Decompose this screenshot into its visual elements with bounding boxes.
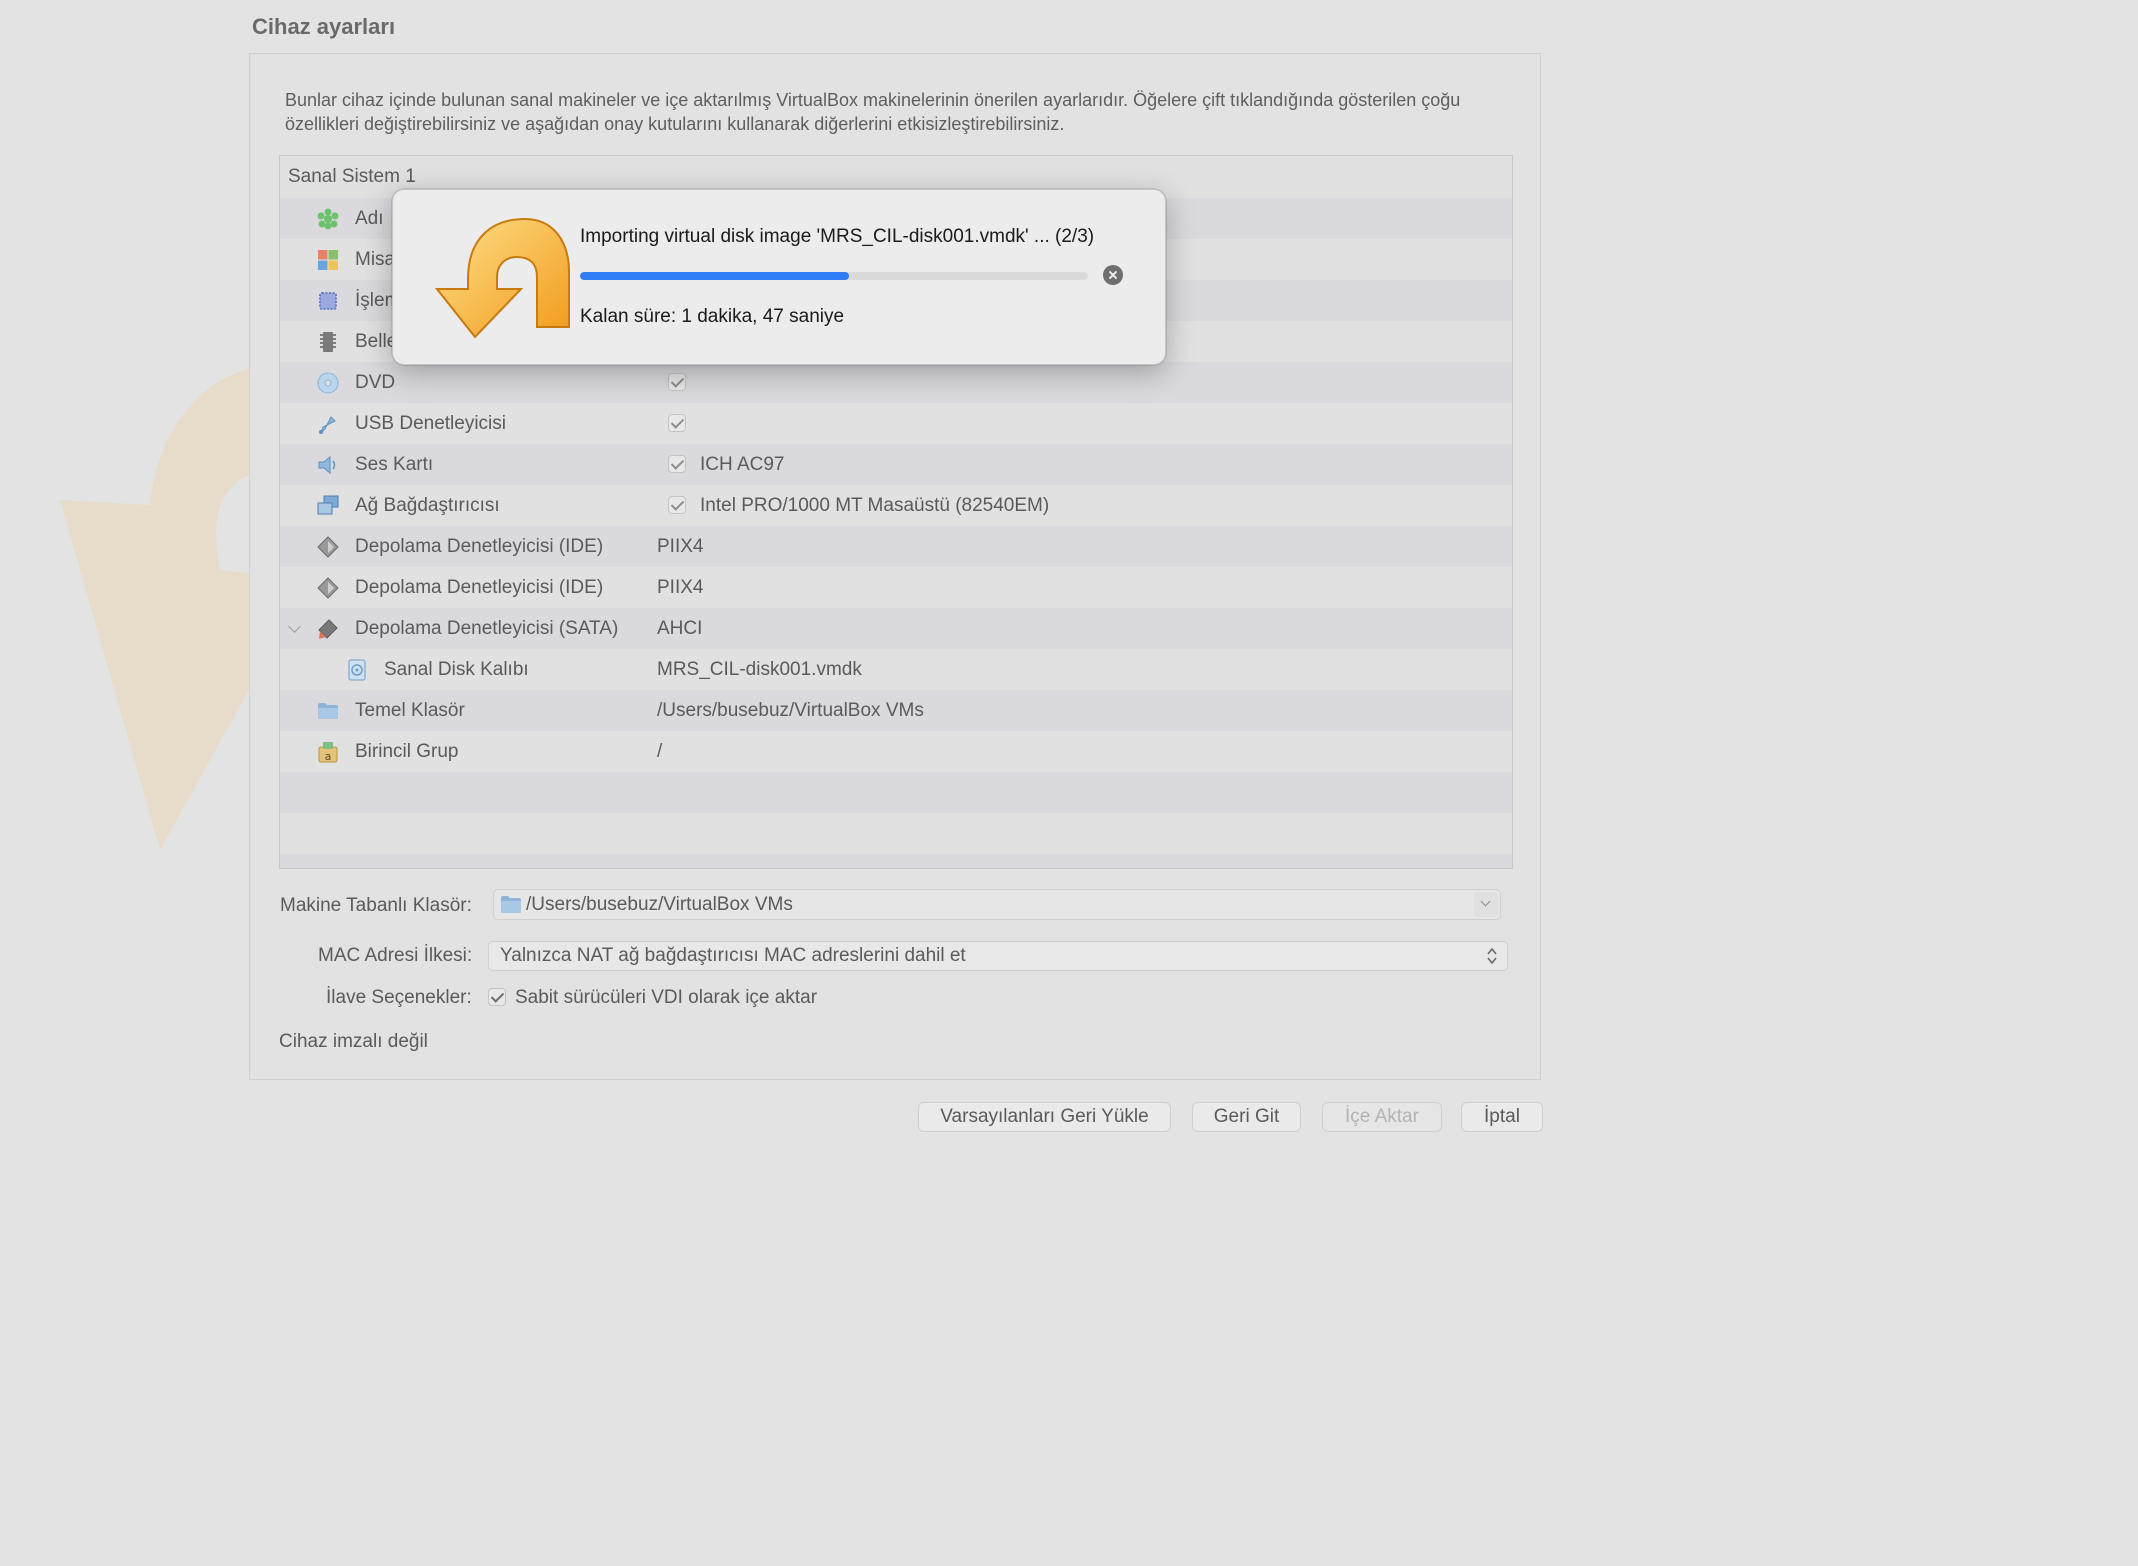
up-down-arrows-icon (1487, 947, 1497, 965)
tree-row[interactable]: Depolama Denetleyicisi (IDE) PIIX4 (280, 567, 1512, 608)
row-label: Depolama Denetleyicisi (SATA) (355, 618, 619, 639)
cpu-icon (317, 290, 339, 312)
disk-image-icon (346, 659, 368, 681)
row-checkbox[interactable] (668, 496, 686, 514)
machine-folder-value: /Users/busebuz/VirtualBox VMs (526, 894, 793, 915)
import-progress-dialog: Importing virtual disk image 'MRS_CIL-di… (392, 189, 1166, 365)
row-checkbox[interactable] (668, 373, 686, 391)
group-icon: a (317, 741, 339, 763)
svg-text:a: a (325, 750, 332, 763)
sound-icon (317, 454, 339, 476)
network-icon (317, 495, 339, 517)
row-checkbox[interactable] (668, 455, 686, 473)
row-value: AHCI (657, 618, 703, 639)
storage-sata-icon (317, 618, 339, 640)
progress-fill (580, 272, 850, 280)
back-button[interactable]: Geri Git (1192, 1102, 1301, 1132)
row-label: DVD (355, 372, 396, 393)
row-label: Sanal Disk Kalıbı (384, 659, 529, 680)
row-value: /Users/busebuz/VirtualBox VMs (657, 700, 924, 721)
tree-row[interactable]: Ses Kartı ICH AC97 (280, 444, 1512, 485)
storage-ide-icon (317, 577, 339, 599)
chevron-down-icon[interactable] (288, 620, 301, 633)
cancel-import-icon[interactable] (1103, 265, 1123, 285)
empty-row (280, 772, 1512, 813)
name-icon (317, 208, 339, 230)
row-label: Temel Klasör (355, 700, 465, 721)
row-label: Ağ Bağdaştırıcısı (355, 495, 500, 516)
storage-ide-icon (317, 536, 339, 558)
row-label: Birincil Grup (355, 741, 459, 762)
row-label: Ses Kartı (355, 454, 434, 475)
tree-row[interactable]: Ağ Bağdaştırıcısı Intel PRO/1000 MT Masaü… (280, 485, 1512, 526)
tree-row[interactable]: USB Denetleyicisi (280, 403, 1512, 444)
machine-folder-label: Makine Tabanlı Klasör: (280, 895, 472, 916)
row-label: Depolama Denetleyicisi (IDE) (355, 577, 604, 598)
row-label: USB Denetleyicisi (355, 413, 506, 434)
cancel-button[interactable]: İptal (1461, 1102, 1543, 1132)
mac-policy-label: MAC Adresi İlkesi: (318, 945, 473, 966)
remaining-time: Kalan süre: 1 dakika, 47 saniye (580, 306, 845, 327)
empty-row (280, 813, 1512, 854)
mac-policy-select[interactable]: Yalnızca NAT ağ bağdaştırıcısı MAC adres… (488, 941, 1508, 971)
tree-row[interactable]: Sanal Disk Kalıbı MRS_CIL-disk001.vmdk (280, 649, 1512, 690)
description-text: Bunlar cihaz içinde bulunan sanal makine… (285, 90, 1461, 134)
tree-row[interactable]: Depolama Denetleyicisi (IDE) PIIX4 (280, 526, 1512, 567)
extra-options-label: İlave Seçenekler: (326, 987, 472, 1008)
mac-policy-value: Yalnızca NAT ağ bağdaştırıcısı MAC adres… (500, 945, 966, 966)
row-value: Intel PRO/1000 MT Masaüstü (82540EM) (700, 495, 1050, 516)
tree-row[interactable]: Depolama Denetleyicisi (SATA) AHCI (280, 608, 1512, 649)
import-vdi-checkbox[interactable] (488, 988, 506, 1006)
row-value: ICH AC97 (700, 454, 785, 475)
import-arrow-icon (435, 217, 570, 339)
row-value: / (657, 741, 663, 762)
row-value: PIIX4 (657, 536, 704, 557)
os-type-icon (317, 249, 339, 271)
usb-icon (317, 413, 339, 435)
row-checkbox[interactable] (668, 414, 686, 432)
row-label: Adı (355, 208, 384, 229)
row-label: Depolama Denetleyicisi (IDE) (355, 536, 604, 557)
tree-row[interactable]: a Birincil Grup / (280, 731, 1512, 772)
row-value: PIIX4 (657, 577, 704, 598)
section-title: Cihaz ayarları (252, 14, 396, 39)
dvd-icon (317, 372, 339, 394)
restore-defaults-button[interactable]: Varsayılanları Geri Yükle (918, 1102, 1171, 1132)
folder-icon (501, 896, 521, 913)
chevron-down-icon[interactable] (1474, 892, 1498, 917)
empty-row (280, 854, 1512, 868)
progress-title: Importing virtual disk image 'MRS_CIL-di… (580, 226, 1095, 247)
folder-icon (317, 700, 339, 722)
import-vdi-label[interactable]: Sabit sürücüleri VDI olarak içe aktar (515, 987, 817, 1009)
import-progress-bar (580, 272, 1088, 280)
tree-row[interactable]: Temel Klasör/Users/busebuz/VirtualBox VM… (280, 690, 1512, 731)
memory-icon (317, 331, 339, 353)
row-value: MRS_CIL-disk001.vmdk (657, 659, 862, 680)
tree-row[interactable]: DVD (280, 362, 1512, 403)
import-button[interactable]: İçe Aktar (1322, 1102, 1442, 1132)
signature-status: Cihaz imzalı değil (279, 1031, 428, 1052)
machine-folder-combo[interactable]: /Users/busebuz/VirtualBox VMs (493, 889, 1501, 920)
